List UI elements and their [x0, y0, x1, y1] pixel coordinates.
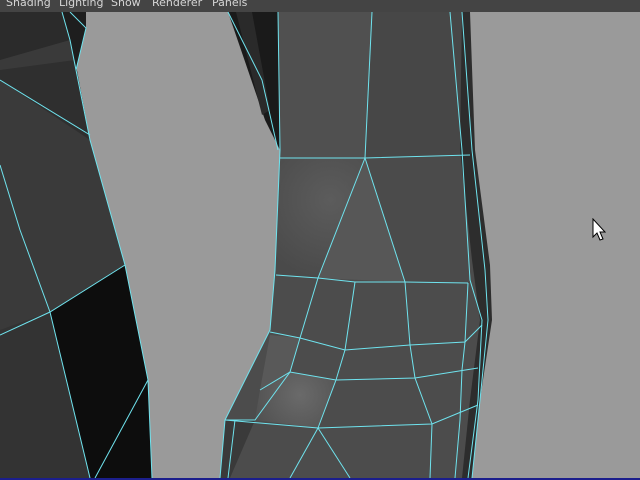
3d-viewport[interactable] [0, 12, 640, 480]
arrow-cursor-icon [592, 218, 606, 241]
middle-strip-surface [227, 12, 280, 151]
mesh-render [0, 12, 492, 479]
menu-lighting[interactable]: Lighting [59, 0, 103, 9]
menu-panels[interactable]: Panels [212, 0, 247, 9]
menu-renderer[interactable]: Renderer [152, 0, 202, 9]
left-mesh-surface [0, 12, 153, 479]
menu-show[interactable]: Show [111, 0, 141, 9]
menu-shading[interactable]: Shading [6, 0, 51, 9]
panel-menu-bar: Shading Lighting Show Renderer Panels [0, 0, 640, 12]
